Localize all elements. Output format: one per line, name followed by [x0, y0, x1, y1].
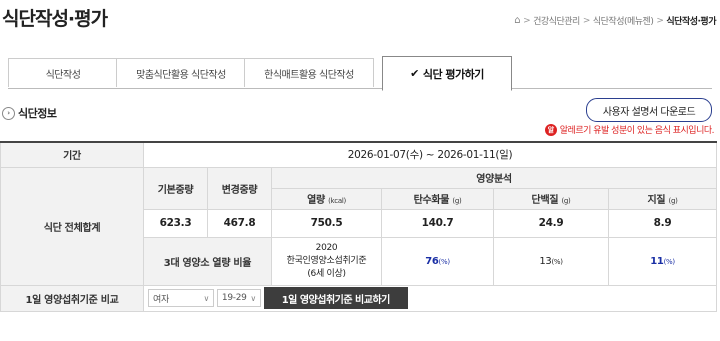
base-weight-value: 623.3 — [143, 208, 208, 238]
standard-year: 2020 — [315, 242, 338, 253]
tab-meal-evaluation[interactable]: ✔ 식단 평가하기 — [382, 56, 512, 91]
tab-custom-meal[interactable]: 맞춤식단활용 식단작성 — [116, 58, 246, 87]
tab-label: 식단작성 — [45, 69, 81, 81]
standard-name: 한국인영양소섭취기준 — [286, 255, 367, 266]
ratio-unit: (%) — [663, 257, 676, 266]
carb-ratio-value: 76 — [425, 255, 439, 267]
tab-label: 맞춤식단활용 식단작성 — [136, 69, 226, 81]
home-icon[interactable]: ⌂ — [514, 15, 520, 26]
gender-select-value: 여자 — [153, 294, 169, 305]
allergy-note-text: 알레르기 유발 성분이 있는 음식 표시입니다. — [559, 126, 715, 136]
check-icon: ✔ — [410, 67, 419, 80]
allergy-icon: 알 — [544, 123, 557, 136]
gender-select[interactable]: 여자 ∨ — [148, 289, 214, 307]
total-label: 식단 전체합계 — [0, 166, 144, 286]
page-title: 식단작성·평가 — [2, 8, 108, 30]
table-row: 식단 전체합계 기본중량 변경중량 영양분석 — [0, 166, 718, 286]
standard-age: (6세 이상) — [307, 268, 346, 279]
fat-value: 8.9 — [607, 208, 718, 238]
protein-header: 단백질 (g) — [493, 187, 609, 210]
column-unit: (g) — [561, 197, 571, 205]
manual-download-label: 사용자 설명서 다운로드 — [602, 106, 696, 118]
changed-weight-value: 467.8 — [207, 208, 272, 238]
intake-standard: 2020 한국인영양소섭취기준 (6세 이상) — [271, 236, 382, 286]
carb-ratio: 76(%) — [381, 236, 494, 286]
chevron-down-icon: ∨ — [203, 293, 209, 303]
compare-button[interactable]: 1일 영양섭취기준 비교하기 — [263, 287, 408, 309]
section-title: › 식단정보 — [2, 105, 57, 121]
column-name: 지질 — [647, 195, 666, 206]
compare-button-label: 1일 영양섭취기준 비교하기 — [281, 294, 391, 306]
tab-bar-divider — [8, 88, 712, 89]
protein-ratio-value: 13 — [539, 255, 552, 267]
column-unit: (g) — [452, 197, 462, 205]
tab-korean-mat[interactable]: 한식매트활용 식단작성 — [244, 58, 374, 87]
meal-info-table: 기간 2026-01-07(수) ~ 2026-01-11(일) 식단 전체합계… — [0, 141, 718, 312]
age-select-value: 19-29 — [221, 293, 247, 303]
ratio-unit: (%) — [438, 257, 451, 266]
column-name: 열량 — [307, 195, 325, 206]
tab-label: 식단 평가하기 — [422, 67, 485, 81]
breadcrumb-current: 식단작성·평가 — [666, 17, 716, 27]
tab-label: 한식매트활용 식단작성 — [264, 69, 354, 81]
breadcrumb-item[interactable]: 건강식단관리 — [533, 14, 580, 27]
section-title-label: 식단정보 — [18, 107, 57, 120]
column-unit: (g) — [668, 197, 678, 205]
compare-controls: 여자 ∨ 19-29 ∨ 1일 영양섭취기준 비교하기 — [142, 284, 718, 312]
chevron-right-icon: > — [582, 15, 591, 26]
breadcrumb: ⌂ > 건강식단관리 > 식단작성(메뉴젠) > 식단작성·평가 — [514, 14, 716, 27]
period-value: 2026-01-07(수) ~ 2026-01-11(일) — [142, 141, 718, 168]
protein-value: 24.9 — [493, 208, 609, 238]
column-name: 단백질 — [531, 195, 559, 206]
column-unit: (kcal) — [328, 197, 346, 205]
compare-label: 1일 영양섭취기준 비교 — [0, 284, 144, 312]
table-row: 기간 2026-01-07(수) ~ 2026-01-11(일) — [0, 141, 718, 168]
changed-weight-header: 변경중량 — [207, 166, 272, 210]
table-row: 1일 영양섭취기준 비교 여자 ∨ 19-29 ∨ 1일 영양섭취기준 비교하기 — [0, 284, 718, 312]
protein-ratio: 13(%) — [493, 236, 609, 286]
chevron-right-icon: > — [656, 15, 664, 26]
fat-ratio-value: 11 — [650, 255, 664, 267]
base-weight-header: 기본중량 — [143, 166, 208, 210]
manual-download-button[interactable]: 사용자 설명서 다운로드 — [586, 98, 712, 122]
period-label: 기간 — [0, 141, 144, 168]
chevron-circle-icon: › — [2, 106, 15, 120]
fat-header: 지질 (g) — [607, 187, 718, 210]
tab-meal-plan[interactable]: 식단작성 — [8, 58, 118, 87]
allergy-note: 알 알레르기 유발 성분이 있는 음식 표시입니다. — [544, 123, 715, 136]
ratio-label: 3대 영양소 열량 비율 — [143, 236, 272, 286]
age-select[interactable]: 19-29 ∨ — [216, 289, 261, 307]
carb-value: 140.7 — [381, 208, 494, 238]
fat-ratio: 11(%) — [607, 236, 718, 286]
ratio-unit: (%) — [551, 257, 563, 266]
carb-header: 탄수화물 (g) — [381, 187, 494, 210]
energy-header: 열량 (kcal) — [271, 187, 382, 210]
nutrition-header: 영양분석 — [270, 166, 718, 189]
breadcrumb-item[interactable]: 식단작성(메뉴젠) — [593, 14, 654, 27]
chevron-down-icon: ∨ — [250, 293, 256, 303]
chevron-right-icon: > — [523, 15, 531, 26]
energy-value: 750.5 — [271, 208, 382, 238]
column-name: 탄수화물 — [413, 195, 450, 206]
